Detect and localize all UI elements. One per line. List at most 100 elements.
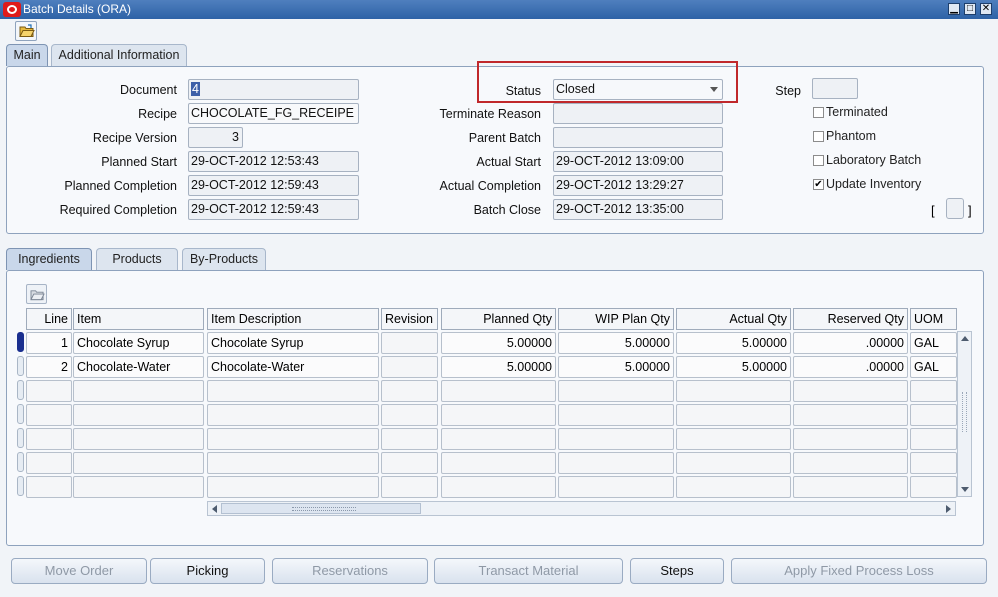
cell-item-description[interactable]: Chocolate Syrup [207,332,379,354]
laboratory-batch-checkbox[interactable] [813,155,824,166]
row-indicator[interactable] [17,476,24,496]
cell-actual-qty[interactable] [676,476,791,498]
tab-by-products[interactable]: By-Products [182,248,266,270]
cell-wip-plan-qty[interactable] [558,476,674,498]
cell-item-description[interactable] [207,476,379,498]
cell-wip-plan-qty[interactable]: 5.00000 [558,332,674,354]
cell-actual-qty[interactable] [676,404,791,426]
row-indicator[interactable] [17,380,24,400]
cell-actual-qty[interactable]: 5.00000 [676,356,791,378]
cell-line[interactable]: 1 [26,332,72,354]
cell-item-description[interactable]: Chocolate-Water [207,356,379,378]
cell-reserved-qty[interactable] [793,404,908,426]
steps-button[interactable]: Steps [630,558,724,584]
cell-item[interactable] [73,428,204,450]
row-indicator[interactable] [17,356,24,376]
cell-item-description[interactable] [207,380,379,402]
cell-item[interactable] [73,404,204,426]
tab-main[interactable]: Main [6,44,48,66]
document-field[interactable]: 4 [188,79,359,100]
cell-revision[interactable] [381,476,438,498]
cell-item[interactable]: Chocolate Syrup [73,332,204,354]
transact-material-button[interactable]: Transact Material [434,558,623,584]
cell-item[interactable] [73,452,204,474]
cell-wip-plan-qty[interactable] [558,404,674,426]
maximize-button[interactable]: □ [964,3,976,15]
tab-additional-information[interactable]: Additional Information [51,44,187,66]
cell-uom[interactable] [910,404,957,426]
cell-uom[interactable] [910,428,957,450]
cell-uom[interactable] [910,380,957,402]
folder-toolbar-button[interactable] [15,21,37,41]
cell-planned-qty[interactable] [441,476,556,498]
grid-folder-button[interactable] [26,284,47,304]
actual-start-field[interactable]: 29-OCT-2012 13:09:00 [553,151,723,172]
scroll-right-icon[interactable] [946,505,951,513]
planned-completion-field[interactable]: 29-OCT-2012 12:59:43 [188,175,359,196]
cell-revision[interactable] [381,332,438,354]
cell-line[interactable] [26,476,72,498]
cell-line[interactable] [26,380,72,402]
cell-planned-qty[interactable] [441,380,556,402]
cell-planned-qty[interactable]: 5.00000 [441,356,556,378]
terminated-checkbox[interactable] [813,107,824,118]
planned-start-field[interactable]: 29-OCT-2012 12:53:43 [188,151,359,172]
update-inventory-checkbox[interactable]: ✔ [813,179,824,190]
cell-item[interactable] [73,476,204,498]
cell-reserved-qty[interactable] [793,380,908,402]
recipe-field[interactable]: CHOCOLATE_FG_RECEIPE [188,103,359,124]
reservations-button[interactable]: Reservations [272,558,428,584]
scroll-thumb-grip[interactable] [962,392,967,432]
cell-planned-qty[interactable] [441,428,556,450]
horizontal-scrollbar[interactable] [207,501,956,516]
cell-revision[interactable] [381,428,438,450]
cell-uom[interactable] [910,476,957,498]
cell-actual-qty[interactable]: 5.00000 [676,332,791,354]
cell-uom[interactable]: GAL [910,332,957,354]
cell-line[interactable] [26,404,72,426]
cell-wip-plan-qty[interactable] [558,380,674,402]
descriptive-flexfield[interactable] [946,198,964,219]
row-indicator[interactable] [17,404,24,424]
cell-revision[interactable] [381,356,438,378]
cell-reserved-qty[interactable] [793,452,908,474]
horizontal-scroll-thumb[interactable] [221,503,421,514]
cell-reserved-qty[interactable] [793,476,908,498]
cell-planned-qty[interactable] [441,452,556,474]
move-order-button[interactable]: Move Order [11,558,147,584]
row-indicator[interactable] [17,332,24,352]
cell-item[interactable]: Chocolate-Water [73,356,204,378]
cell-revision[interactable] [381,404,438,426]
cell-planned-qty[interactable] [441,404,556,426]
cell-item-description[interactable] [207,404,379,426]
terminate-reason-field[interactable] [553,103,723,124]
cell-item-description[interactable] [207,452,379,474]
cell-revision[interactable] [381,452,438,474]
batch-close-field[interactable]: 29-OCT-2012 13:35:00 [553,199,723,220]
parent-batch-field[interactable] [553,127,723,148]
apply-fixed-process-loss-button[interactable]: Apply Fixed Process Loss [731,558,987,584]
scroll-left-icon[interactable] [212,505,217,513]
cell-item[interactable] [73,380,204,402]
cell-line[interactable] [26,428,72,450]
scroll-up-icon[interactable] [961,336,969,341]
row-indicator[interactable] [17,428,24,448]
cell-reserved-qty[interactable] [793,428,908,450]
row-indicator[interactable] [17,452,24,472]
scroll-down-icon[interactable] [961,487,969,492]
minimize-button[interactable]: ▁ [948,3,960,15]
cell-uom[interactable] [910,452,957,474]
tab-products[interactable]: Products [96,248,178,270]
tab-ingredients[interactable]: Ingredients [6,248,92,270]
picking-button[interactable]: Picking [150,558,265,584]
cell-item-description[interactable] [207,428,379,450]
cell-wip-plan-qty[interactable] [558,428,674,450]
vertical-scrollbar[interactable] [957,331,972,497]
cell-revision[interactable] [381,380,438,402]
cell-actual-qty[interactable] [676,428,791,450]
actual-completion-field[interactable]: 29-OCT-2012 13:29:27 [553,175,723,196]
cell-line[interactable] [26,452,72,474]
phantom-checkbox[interactable] [813,131,824,142]
cell-reserved-qty[interactable]: .00000 [793,356,908,378]
recipe-version-field[interactable]: 3 [188,127,243,148]
